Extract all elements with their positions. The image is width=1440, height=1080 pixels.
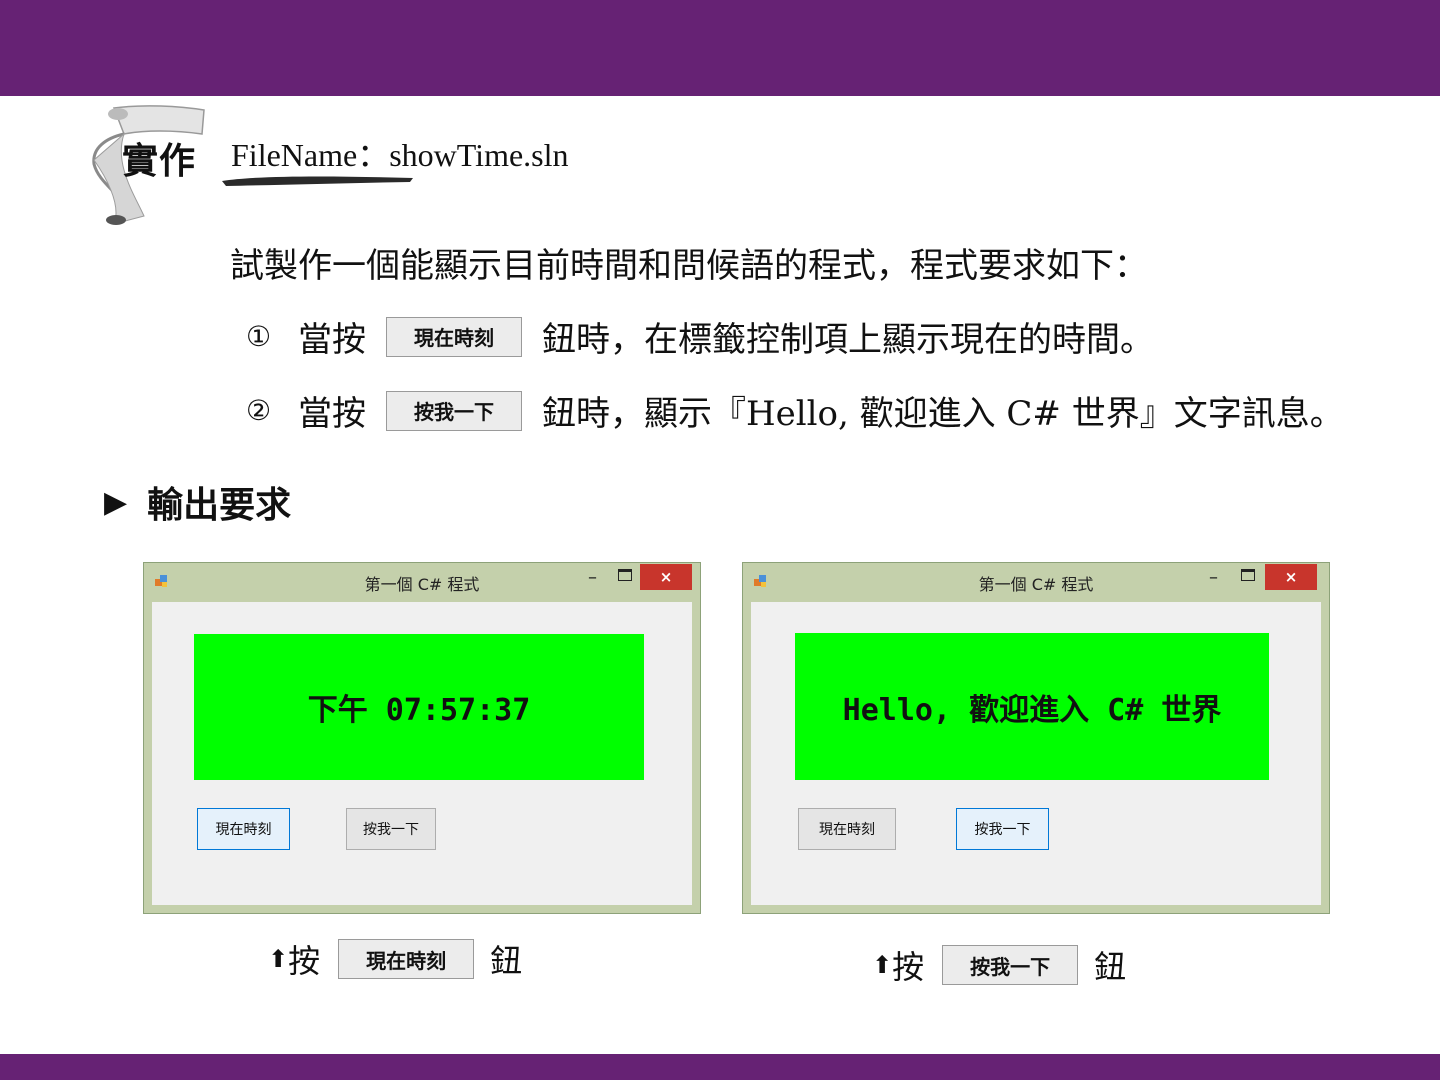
up-arrow-icon: ⬆ [268, 945, 289, 973]
requirement-number: ② [246, 394, 272, 427]
requirement-prefix: 當按 [298, 320, 366, 360]
brush-underline [222, 176, 413, 186]
intro-text: 試製作一個能顯示目前時間和問候語的程式，程式要求如下： [230, 246, 1148, 286]
up-arrow-icon: ⬆ [872, 951, 893, 979]
requirement-text: 鈕時，在標籤控制項上顯示現在的時間。 [542, 320, 1154, 360]
close-icon[interactable]: × [640, 564, 692, 590]
requirement-text: 鈕時，顯示『Hello, 歡迎進入 C# 世界』文字訊息。 [542, 394, 1344, 434]
click-me-button-sample: 按我一下 [386, 390, 522, 431]
filename-text: FileName：showTime.sln [231, 137, 569, 173]
maximize-icon[interactable] [1241, 569, 1255, 581]
caption-prefix: 按 [288, 942, 321, 980]
window-title: 第一個 C# 程式 [364, 575, 480, 594]
click-me-button[interactable]: 按我一下 [956, 808, 1049, 850]
window-hello: 第一個 C# 程式 – × Hello, 歡迎進入 C# 世界 現在時刻 按我一… [742, 562, 1330, 914]
close-icon[interactable]: × [1265, 564, 1317, 590]
triangle-marker-icon: ▶ [104, 484, 128, 520]
requirement-prefix: 當按 [298, 394, 366, 434]
show-time-button-sample: 現在時刻 [338, 939, 475, 979]
show-time-button-sample: 現在時刻 [386, 316, 522, 357]
section-heading: ▶ 輸出要求 [104, 476, 291, 528]
requirement-1: ① 當按 現在時刻 鈕時，在標籤控制項上顯示現在的時間。 [246, 312, 1154, 361]
caption-prefix: 按 [892, 948, 925, 986]
maximize-icon[interactable] [618, 569, 632, 581]
caption-show-time: ⬆ 按 現在時刻 鈕 [268, 936, 522, 982]
caption-click-me: ⬆ 按 按我一下 鈕 [872, 942, 1126, 988]
time-label: 下午 07:57:37 [194, 634, 644, 780]
practice-badge: 實作 [122, 141, 197, 182]
window-client-area: Hello, 歡迎進入 C# 世界 現在時刻 按我一下 [751, 602, 1321, 905]
section-title: 輸出要求 [147, 485, 292, 526]
window-show-time: 第一個 C# 程式 – × 下午 07:57:37 現在時刻 按我一下 [143, 562, 701, 914]
requirement-2: ② 當按 按我一下 鈕時，顯示『Hello, 歡迎進入 C# 世界』文字訊息。 [246, 386, 1344, 435]
greeting-label: Hello, 歡迎進入 C# 世界 [795, 633, 1269, 780]
window-client-area: 下午 07:57:37 現在時刻 按我一下 [152, 602, 692, 905]
click-me-button-sample: 按我一下 [942, 945, 1079, 985]
bottom-banner [0, 1054, 1440, 1080]
show-time-button[interactable]: 現在時刻 [798, 808, 896, 850]
requirement-number: ① [246, 320, 272, 353]
minimize-icon[interactable]: – [1209, 567, 1218, 588]
caption-suffix: 鈕 [1094, 948, 1127, 986]
minimize-icon[interactable]: – [588, 567, 597, 588]
show-time-button[interactable]: 現在時刻 [197, 808, 290, 850]
click-me-button[interactable]: 按我一下 [346, 808, 436, 850]
caption-suffix: 鈕 [490, 942, 523, 980]
top-banner [0, 0, 1440, 96]
